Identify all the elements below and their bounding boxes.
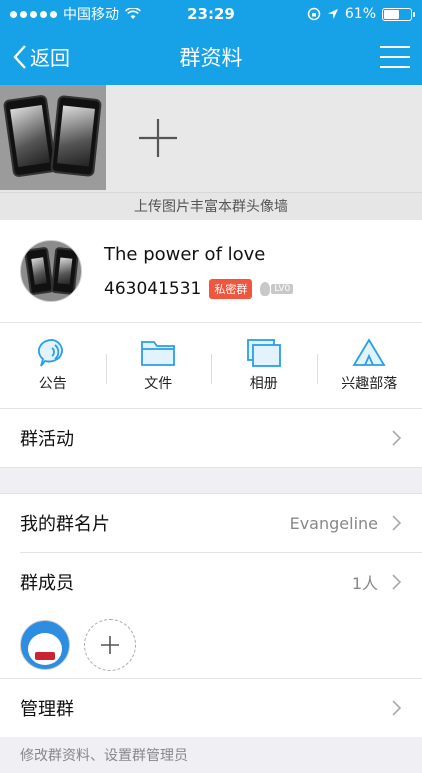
feature-label: 兴趣部落 (341, 373, 397, 393)
feature-bar: 公告 文件 相册 兴趣部落 (0, 323, 422, 409)
chevron-right-icon (392, 430, 402, 446)
album-icon (246, 338, 282, 368)
chevron-right-icon (392, 700, 402, 716)
add-photo-button[interactable] (106, 85, 210, 190)
chevron-right-icon (392, 515, 402, 531)
members-count: 1人 (352, 570, 378, 594)
level-badge: LV0 (260, 282, 293, 296)
feature-tribe[interactable]: 兴趣部落 (317, 338, 422, 393)
group-activity-row[interactable]: 群活动 (0, 409, 422, 467)
level-text: LV0 (271, 284, 293, 294)
members-list (0, 611, 422, 679)
chevron-left-icon (12, 44, 28, 70)
tribe-icon (351, 338, 387, 368)
group-members-row[interactable]: 群成员 1人 (0, 553, 422, 611)
back-label: 返回 (30, 42, 70, 71)
back-button[interactable]: 返回 (12, 42, 70, 71)
status-bar: 中国移动 23:29 61% (0, 0, 422, 28)
manage-group-row[interactable]: 管理群 (0, 679, 422, 737)
row-label: 我的群名片 (20, 510, 110, 536)
add-member-button[interactable] (84, 619, 136, 671)
manage-note: 修改群资料、设置群管理员 (0, 737, 422, 773)
my-group-card-row[interactable]: 我的群名片 Evangeline (0, 494, 422, 552)
group-id: 463041531 (104, 279, 201, 299)
menu-icon[interactable] (380, 46, 410, 68)
location-icon (327, 8, 339, 20)
announcement-icon (35, 338, 71, 368)
rotation-lock-icon (307, 7, 321, 21)
plus-icon (137, 117, 179, 159)
feature-label: 相册 (250, 373, 278, 393)
wifi-icon (125, 8, 141, 20)
feature-label: 文件 (144, 373, 172, 393)
photo-wall-caption: 上传图片丰富本群头像墙 (0, 192, 422, 220)
carrier-text: 中国移动 (63, 4, 119, 24)
group-header: The power of love 463041531 私密群 LV0 (0, 220, 422, 323)
row-label: 群活动 (20, 425, 74, 451)
folder-icon (140, 338, 176, 368)
row-label: 群成员 (20, 569, 74, 595)
group-name: The power of love (104, 244, 293, 265)
group-card-value: Evangeline (290, 514, 378, 533)
private-group-badge: 私密群 (209, 279, 252, 299)
photo-wall (0, 85, 422, 192)
battery-text: 61% (345, 6, 376, 22)
feature-announcement[interactable]: 公告 (0, 338, 106, 393)
navigation-bar: 返回 群资料 (0, 28, 422, 85)
plus-icon (100, 635, 120, 655)
chevron-right-icon (392, 574, 402, 590)
row-label: 管理群 (20, 695, 74, 721)
signal-icon (10, 11, 57, 18)
flame-icon (260, 282, 270, 296)
group-avatar[interactable] (20, 240, 82, 302)
member-avatar[interactable] (20, 620, 70, 670)
feature-files[interactable]: 文件 (106, 338, 212, 393)
section-divider (0, 467, 422, 494)
battery-icon (382, 8, 412, 21)
feature-label: 公告 (39, 373, 67, 393)
feature-album[interactable]: 相册 (211, 338, 317, 393)
group-photo[interactable] (0, 85, 106, 190)
